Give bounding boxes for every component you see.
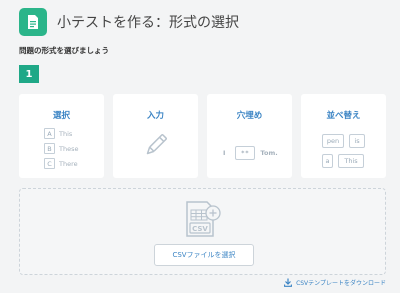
download-icon xyxy=(284,278,293,287)
choice-option: B These xyxy=(44,143,78,154)
page-header: 小テストを作る：形式の選択 xyxy=(19,7,239,37)
download-link-label: CSVテンプレートをダウンロード xyxy=(296,280,386,287)
word-tile: is xyxy=(349,134,365,148)
instruction-text: 問題の形式を選びましょう xyxy=(19,46,109,55)
format-card-fill-blank[interactable]: 穴埋め I ** Tom. xyxy=(207,94,292,178)
csv-icon-label: CSV xyxy=(192,225,208,233)
choice-option: C There xyxy=(44,158,78,169)
page-title: 小テストを作る：形式の選択 xyxy=(57,15,239,31)
format-card-title: 入力 xyxy=(146,111,164,121)
word-tile: pen xyxy=(322,134,344,148)
choice-option: A This xyxy=(44,128,72,139)
download-template-link[interactable]: CSVテンプレートをダウンロード xyxy=(284,278,386,287)
word-tile: This xyxy=(338,154,364,168)
option-letter: A xyxy=(44,128,55,139)
csv-file-icon: CSV xyxy=(183,200,223,244)
pencil-icon xyxy=(144,132,168,162)
format-card-title: 穴埋め xyxy=(236,111,263,121)
format-card-choice[interactable]: 選択 A This B These C There xyxy=(19,94,104,178)
option-letter: B xyxy=(44,143,55,154)
option-text: This xyxy=(59,129,73,138)
word-tile: a xyxy=(322,154,333,168)
cloze-suffix: Tom. xyxy=(260,149,278,157)
option-text: These xyxy=(59,144,79,153)
select-csv-button[interactable]: CSVファイルを選択 xyxy=(154,244,254,266)
format-card-input[interactable]: 入力 xyxy=(113,94,198,178)
cloze-blank: ** xyxy=(235,146,256,160)
document-icon xyxy=(19,8,47,36)
format-card-title: 並べ替え xyxy=(326,111,361,121)
csv-upload-area[interactable]: CSV CSVファイルを選択 xyxy=(19,188,386,275)
cloze-example: I ** Tom. xyxy=(223,146,278,160)
format-card-title: 選択 xyxy=(52,111,70,121)
option-letter: C xyxy=(44,158,55,169)
cloze-prefix: I xyxy=(223,149,226,157)
step-badge: 1 xyxy=(19,65,39,83)
format-card-reorder[interactable]: 並べ替え pen is a This xyxy=(301,94,386,178)
option-text: There xyxy=(59,159,78,168)
